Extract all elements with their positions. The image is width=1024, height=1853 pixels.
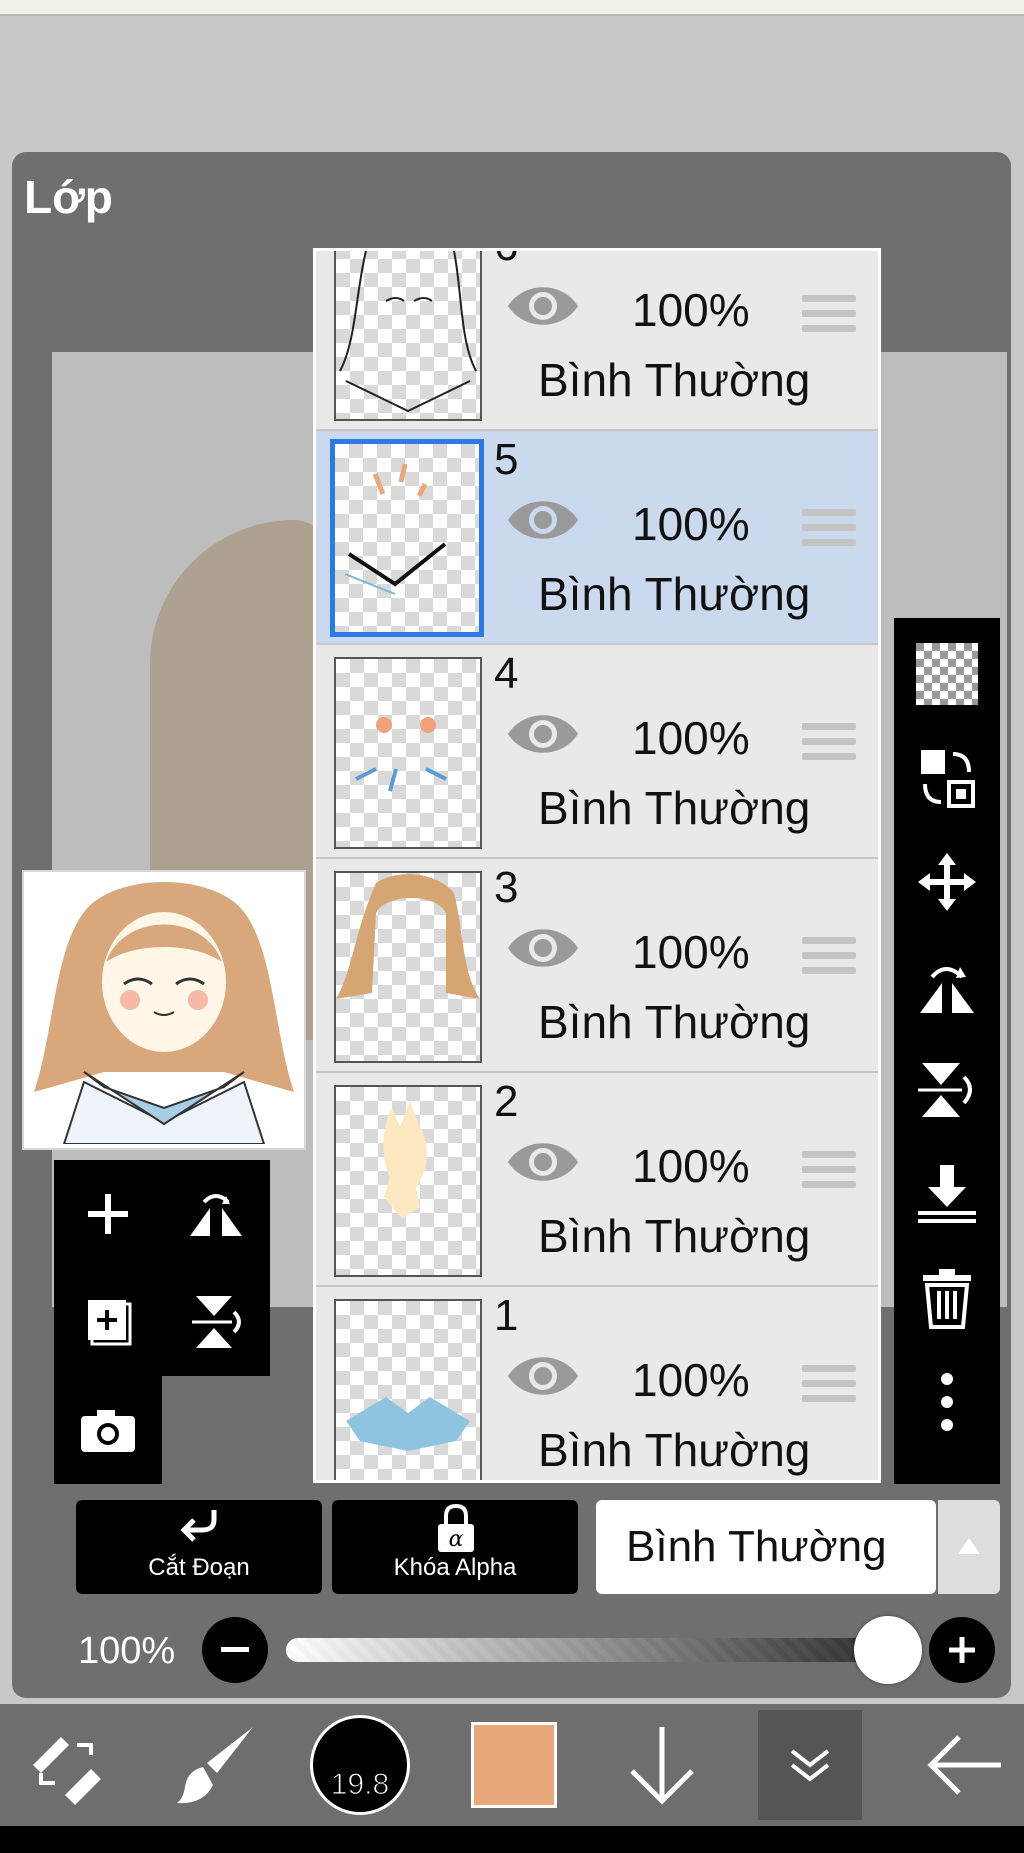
visibility-eye-icon[interactable] xyxy=(506,711,580,757)
current-color-swatch xyxy=(471,1722,557,1808)
brush-size-value: 19.8 xyxy=(330,1768,390,1802)
layer-blend-mode: Bình Thường xyxy=(538,1424,811,1476)
visibility-eye-icon[interactable] xyxy=(506,283,580,329)
arrow-down-icon[interactable] xyxy=(612,1704,712,1826)
left-tools xyxy=(54,1160,270,1484)
layer-row-3[interactable]: 3 100% Bình Thường xyxy=(316,859,878,1073)
layer-blend-mode: Bình Thường xyxy=(538,782,811,834)
drag-handle-icon[interactable] xyxy=(802,723,856,767)
plus-icon xyxy=(949,1637,975,1663)
brush-icon[interactable] xyxy=(160,1704,270,1826)
clipping-arrow-icon xyxy=(180,1510,217,1542)
merge-down-icon[interactable] xyxy=(894,1142,1000,1246)
layer-thumbnail xyxy=(334,251,482,421)
pen-eraser-toggle-icon[interactable] xyxy=(10,1704,120,1826)
blend-mode-dropdown-button[interactable] xyxy=(938,1500,1000,1594)
layer-thumbnail xyxy=(334,1299,482,1480)
layer-number: 1 xyxy=(494,1291,519,1340)
layer-thumbnail xyxy=(330,439,484,637)
layer-row-5[interactable]: 5 100% Bình Thường xyxy=(316,431,878,645)
layer-opacity: 100% xyxy=(632,498,750,550)
layer-opacity: 100% xyxy=(632,1140,750,1192)
blend-mode-value: Bình Thường xyxy=(626,1522,887,1571)
caret-up-icon xyxy=(958,1538,980,1554)
flip-horizontal-icon[interactable] xyxy=(162,1160,270,1268)
drag-handle-icon[interactable] xyxy=(802,1151,856,1195)
status-strip xyxy=(0,0,1024,16)
alpha-lock-icon: α xyxy=(438,1504,474,1552)
layer-row-4[interactable]: 4 100% Bình Thường xyxy=(316,645,878,859)
alpha-lock-label: Khóa Alpha xyxy=(393,1554,517,1581)
opacity-decrease-button[interactable] xyxy=(202,1617,268,1683)
layer-number: 6 xyxy=(494,251,518,271)
camera-icon[interactable] xyxy=(54,1376,162,1484)
visibility-eye-icon[interactable] xyxy=(506,1139,580,1185)
layer-blend-mode: Bình Thường xyxy=(538,354,811,406)
layer-opacity: 100% xyxy=(632,284,750,336)
brush-size-button[interactable]: 19.8 xyxy=(308,1704,412,1826)
opacity-increase-button[interactable] xyxy=(929,1617,995,1683)
layer-row-2[interactable]: 2 100% Bình Thường xyxy=(316,1073,878,1287)
layer-number: 3 xyxy=(494,863,519,912)
opacity-slider[interactable] xyxy=(286,1638,922,1662)
layer-blend-mode: Bình Thường xyxy=(538,1210,811,1262)
rotate-flip-icon[interactable] xyxy=(894,934,1000,1038)
visibility-eye-icon[interactable] xyxy=(506,925,580,971)
move-icon[interactable] xyxy=(894,830,1000,934)
color-picker-button[interactable] xyxy=(464,1704,564,1826)
alpha-lock-button[interactable]: α Khóa Alpha xyxy=(332,1500,578,1594)
layer-thumbnail xyxy=(334,657,482,849)
system-nav-bar xyxy=(0,1826,1024,1853)
opacity-slider-knob[interactable] xyxy=(854,1616,922,1684)
layer-row-1[interactable]: 1 100% Bình Thường xyxy=(316,1287,878,1480)
layer-number: 5 xyxy=(494,435,519,484)
swap-layers-icon[interactable] xyxy=(894,726,1000,830)
drag-handle-icon[interactable] xyxy=(802,509,856,553)
layer-number: 4 xyxy=(494,649,519,698)
layer-blend-mode: Bình Thường xyxy=(538,568,811,620)
drag-handle-icon[interactable] xyxy=(802,937,856,981)
layer-number: 2 xyxy=(494,1077,519,1126)
panel-title: Lớp xyxy=(24,171,113,223)
layer-opacity: 100% xyxy=(632,712,750,764)
layer-opacity: 100% xyxy=(632,1354,750,1406)
back-arrow-icon[interactable] xyxy=(910,1704,1020,1826)
trash-icon[interactable] xyxy=(894,1246,1000,1350)
double-chevron-down-icon xyxy=(790,1749,830,1782)
minus-icon xyxy=(221,1647,249,1652)
layer-thumbnail xyxy=(334,1085,482,1277)
clipping-label: Cắt Đoạn xyxy=(148,1554,250,1581)
layer-thumbnail xyxy=(334,871,482,1063)
add-copy-icon[interactable] xyxy=(54,1268,162,1376)
expand-menu-button[interactable] xyxy=(758,1704,862,1826)
canvas-preview[interactable] xyxy=(22,870,306,1150)
flip-vertical-icon[interactable] xyxy=(162,1268,270,1376)
flip-rotate-icon[interactable] xyxy=(894,1038,1000,1142)
layer-row-6[interactable]: 6 100% Bình Thường xyxy=(316,251,878,431)
more-icon[interactable] xyxy=(894,1350,1000,1454)
blend-mode-select[interactable]: Bình Thường xyxy=(596,1500,936,1594)
right-tools xyxy=(894,618,1000,1484)
svg-text:α: α xyxy=(449,1527,464,1552)
drag-handle-icon[interactable] xyxy=(802,295,856,339)
layer-blend-mode: Bình Thường xyxy=(538,996,811,1048)
clipping-button[interactable]: Cắt Đoạn xyxy=(76,1500,322,1594)
visibility-eye-icon[interactable] xyxy=(506,1353,580,1399)
add-layer-icon[interactable] xyxy=(54,1160,162,1268)
opacity-value: 100% xyxy=(78,1630,176,1672)
drag-handle-icon[interactable] xyxy=(802,1365,856,1409)
visibility-eye-icon[interactable] xyxy=(506,497,580,543)
layer-list[interactable]: 6 100% Bình Thường 5 100% Bình Thường 4 … xyxy=(313,248,881,1483)
transparency-icon[interactable] xyxy=(894,622,1000,726)
layer-opacity: 100% xyxy=(632,926,750,978)
